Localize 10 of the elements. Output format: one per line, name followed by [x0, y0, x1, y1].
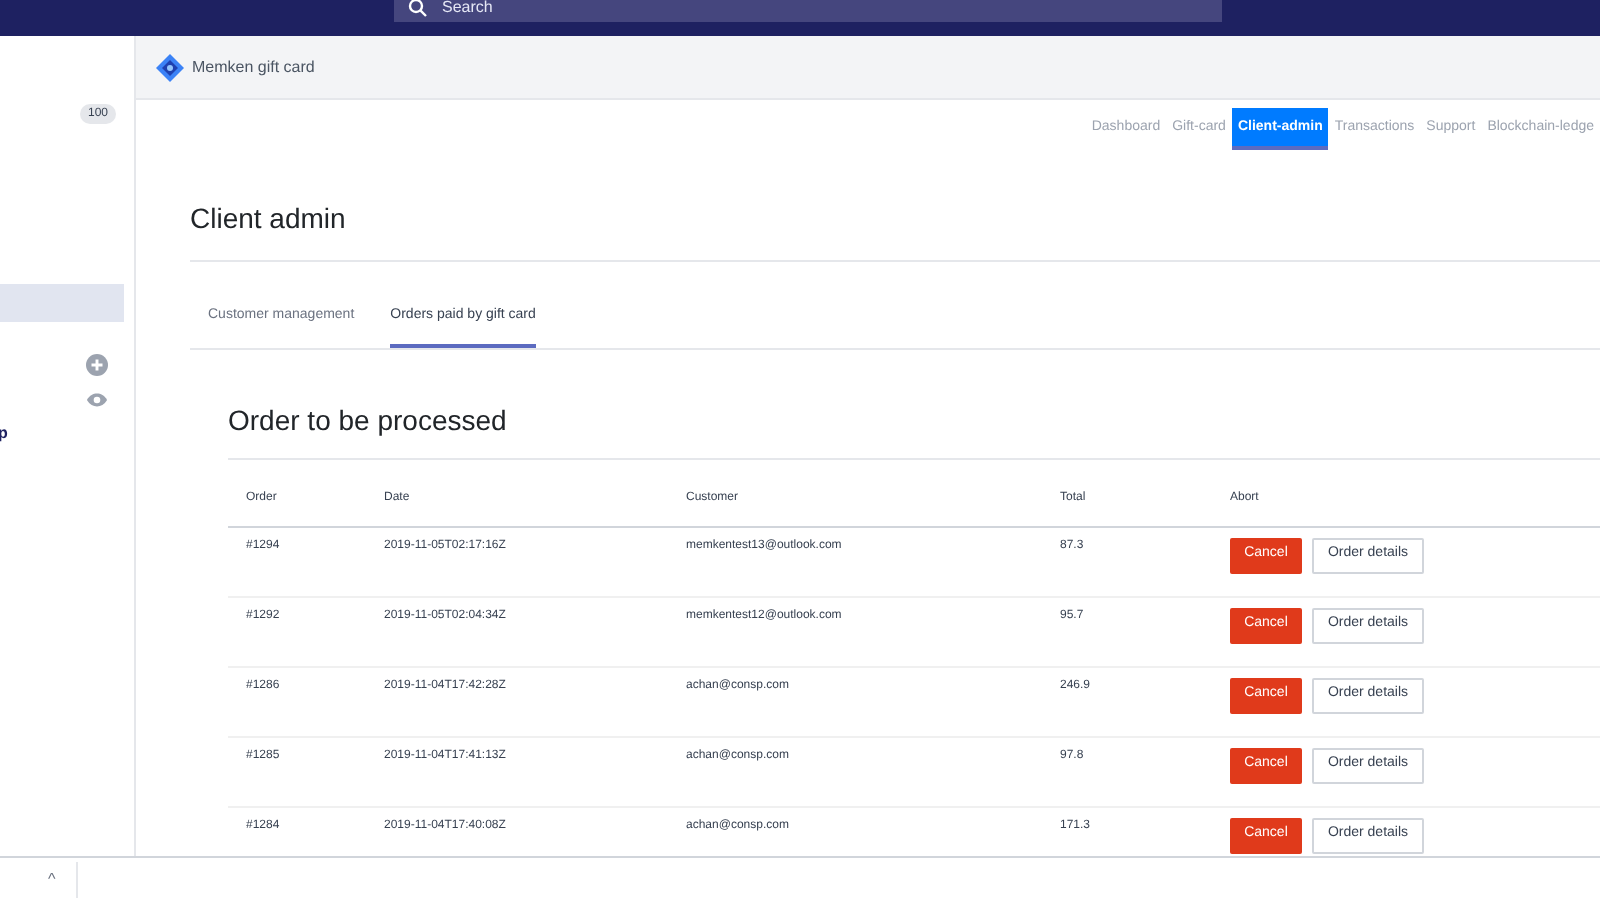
card-title: Order to be processed	[228, 399, 1600, 459]
logo-icon	[156, 53, 184, 81]
eye-icon[interactable]	[86, 392, 108, 408]
search-field-input[interactable]: Search	[442, 0, 842, 19]
caret-icon[interactable]: ^	[48, 867, 56, 891]
add-icon[interactable]	[86, 354, 108, 376]
search-field[interactable]: Search	[394, 0, 1222, 22]
page-title: Client admin	[190, 200, 348, 238]
search-icon	[408, 0, 428, 17]
app-name: Memken gift card	[192, 55, 315, 79]
